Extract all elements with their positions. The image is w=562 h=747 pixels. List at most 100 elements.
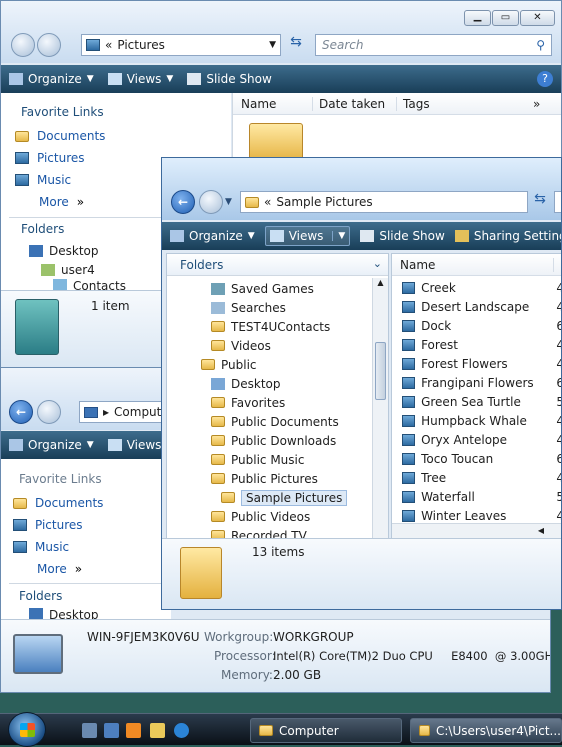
taskbar-button-sample-pictures[interactable]: C:\Users\user4\Pict... — [410, 718, 562, 743]
recent-pages-icon[interactable]: ▼ — [225, 197, 232, 207]
tree-item-public-documents[interactable]: Public Documents — [211, 412, 372, 431]
help-icon[interactable]: ? — [537, 71, 553, 87]
slide-show-button[interactable]: Slide Show — [187, 72, 272, 86]
chevron-down-icon[interactable]: ▼ — [269, 40, 276, 50]
tree-item-public-videos[interactable]: Public Videos — [211, 507, 372, 526]
folders-scrollbar[interactable]: ▲ — [372, 278, 388, 539]
organize-button[interactable]: Organize ▼ — [9, 438, 94, 452]
favorite-link-music[interactable]: Music — [13, 536, 69, 558]
file-row[interactable]: Desert Landscape 4 — [392, 297, 561, 316]
breadcrumb-chevron-icon: ▸ — [103, 405, 110, 419]
file-row[interactable]: Waterfall 5 — [392, 487, 561, 506]
address-text: Sample Pictures — [276, 195, 373, 209]
folders-header[interactable]: Folders ⌄ — [167, 254, 388, 276]
tree-item-public[interactable]: Public — [201, 355, 372, 374]
refresh-button[interactable]: ⇆ — [285, 34, 307, 56]
scroll-right-icon[interactable]: ◀ — [538, 526, 544, 535]
address-bar[interactable]: ▸ Comput — [79, 401, 169, 423]
views-button[interactable]: Views ▼ — [264, 226, 351, 246]
organize-button[interactable]: Organize ▼ — [9, 72, 94, 86]
favorite-link-music[interactable]: Music — [15, 169, 71, 191]
file-row[interactable]: Humpback Whale 4 — [392, 411, 561, 430]
mail-icon[interactable] — [150, 723, 165, 738]
command-bar: Organize ▼ Views ▼ Slide Show Sharing Sett… — [162, 222, 561, 250]
file-row[interactable]: Forest 4 — [392, 335, 561, 354]
file-date-taken: 5 — [556, 395, 561, 409]
file-row[interactable]: Dock 6 — [392, 316, 561, 335]
pictures-icon — [13, 519, 27, 531]
slide-show-button[interactable]: Slide Show — [360, 229, 445, 243]
show-desktop-icon[interactable] — [82, 723, 97, 738]
media-player-icon[interactable] — [126, 723, 141, 738]
forward-button[interactable] — [37, 33, 61, 57]
tree-item-public-music[interactable]: Public Music — [211, 450, 372, 469]
organize-icon — [170, 230, 184, 242]
tags-column-header[interactable]: Tags — [397, 97, 527, 111]
more-link[interactable]: More» — [39, 191, 84, 213]
forward-button[interactable] — [37, 400, 61, 424]
more-link[interactable]: More» — [37, 558, 82, 580]
taskbar: Computer C:\Users\user4\Pict... — [0, 712, 562, 747]
switch-windows-icon[interactable] — [104, 723, 119, 738]
address-bar[interactable]: « Sample Pictures — [240, 191, 528, 213]
maximize-button[interactable]: ▭ — [492, 10, 519, 26]
file-date-taken: 4 — [556, 414, 561, 428]
file-row[interactable]: Tree 4 — [392, 468, 561, 487]
horizontal-scrollbar[interactable]: ◀ — [392, 523, 561, 539]
tree-item-desktop[interactable]: Desktop — [211, 374, 372, 393]
views-button[interactable]: Views — [107, 438, 161, 452]
search-input[interactable]: Search ⚲ — [315, 34, 552, 56]
tree-item-public-pictures[interactable]: Public Pictures — [211, 469, 372, 488]
column-headers: Name — [392, 254, 561, 276]
close-button[interactable]: ✕ — [520, 10, 555, 26]
favorite-link-documents[interactable]: Documents — [15, 125, 105, 147]
views-icon — [107, 439, 122, 451]
back-button[interactable]: ← — [171, 190, 195, 214]
search-icon[interactable]: ⚲ — [536, 38, 545, 52]
tree-item-videos[interactable]: Videos — [211, 336, 372, 355]
file-name: Oryx Antelope — [421, 432, 508, 447]
name-column-header[interactable]: Name — [233, 96, 313, 111]
scroll-up-icon[interactable]: ▲ — [373, 278, 388, 292]
back-button[interactable] — [11, 33, 35, 57]
file-row[interactable]: Oryx Antelope 4 — [392, 430, 561, 449]
refresh-button[interactable]: ⇆ — [528, 191, 552, 213]
more-columns-icon[interactable]: » — [527, 97, 540, 111]
favorite-link-pictures[interactable]: Pictures — [15, 147, 85, 169]
file-name: Frangipani Flowers — [421, 375, 534, 390]
file-row[interactable]: Frangipani Flowers 6 — [392, 373, 561, 392]
back-button[interactable]: ← — [9, 400, 33, 424]
file-row[interactable]: Forest Flowers 4 — [392, 354, 561, 373]
tree-item-searches[interactable]: Searches — [211, 298, 372, 317]
tree-item-public-downloads[interactable]: Public Downloads — [211, 431, 372, 450]
favorite-link-pictures[interactable]: Pictures — [13, 514, 83, 536]
tree-item-sample-pictures[interactable]: Sample Pictures — [221, 488, 372, 507]
file-row[interactable]: Creek 4 — [392, 278, 561, 297]
date-taken-column-header[interactable]: Date taken — [313, 96, 397, 111]
tree-item-saved-games[interactable]: Saved Games — [211, 279, 372, 298]
internet-explorer-icon[interactable] — [174, 723, 189, 738]
organize-button[interactable]: Organize ▼ — [170, 229, 255, 243]
taskbar-button-computer[interactable]: Computer — [250, 718, 402, 743]
name-column-header[interactable]: Name — [392, 257, 554, 272]
file-row[interactable]: Green Sea Turtle 5 — [392, 392, 561, 411]
address-bar[interactable]: « Pictures ▼ — [81, 34, 281, 56]
scroll-thumb[interactable] — [375, 342, 386, 400]
start-button[interactable] — [8, 712, 46, 747]
tree-item-favorites[interactable]: Favorites — [211, 393, 372, 412]
file-row[interactable]: Winter Leaves 4 — [392, 506, 561, 523]
folders-heading[interactable]: Folders — [21, 222, 64, 236]
tree-item-test4ucontacts[interactable]: TEST4UContacts — [211, 317, 372, 336]
tree-item-desktop[interactable]: Desktop — [29, 608, 171, 619]
views-button[interactable]: Views ▼ — [107, 72, 173, 86]
search-input[interactable] — [554, 191, 561, 213]
file-name: Winter Leaves — [421, 508, 507, 523]
forward-button[interactable] — [199, 190, 223, 214]
collapse-chevron-icon[interactable]: ⌄ — [373, 257, 382, 270]
sharing-settings-button[interactable]: Sharing Settings — [454, 229, 561, 243]
minimize-button[interactable]: ▁ — [464, 10, 491, 26]
favorite-link-documents[interactable]: Documents — [13, 492, 103, 514]
music-icon — [13, 541, 27, 553]
folders-heading[interactable]: Folders — [19, 589, 62, 603]
file-row[interactable]: Toco Toucan 6 — [392, 449, 561, 468]
